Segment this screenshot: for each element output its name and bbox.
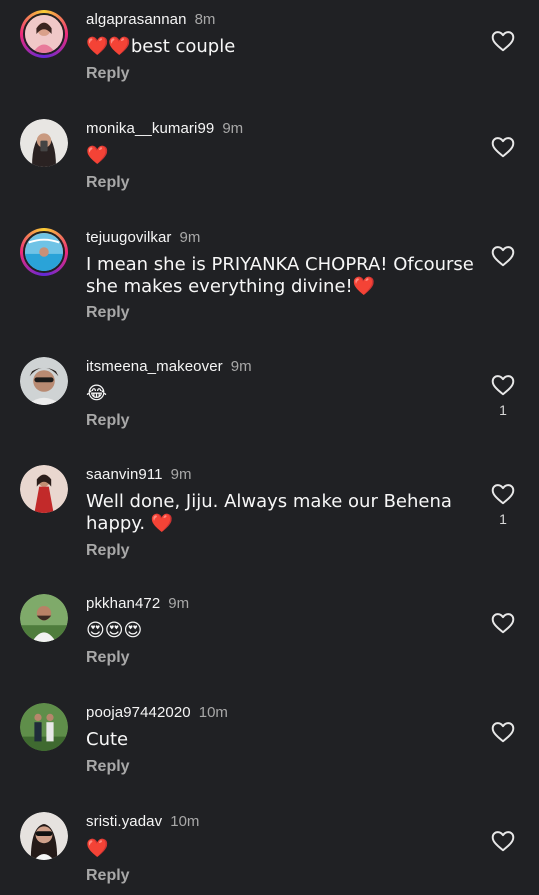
- reply-button[interactable]: Reply: [86, 867, 130, 885]
- avatar[interactable]: [20, 357, 68, 405]
- like-button[interactable]: [490, 243, 516, 269]
- heart-outline-icon: [491, 137, 515, 158]
- heart-outline-icon: [491, 246, 515, 267]
- avatar-photo: [20, 594, 68, 642]
- avatar-photo: [20, 703, 68, 751]
- comment-text: Well done, Jiju. Always make our Behena …: [86, 491, 452, 534]
- timestamp: 10m: [170, 813, 200, 830]
- username[interactable]: sristi.yadav: [86, 813, 162, 830]
- timestamp: 10m: [198, 704, 228, 721]
- avatar-photo: [20, 465, 68, 513]
- comment-header: pooja97442020 10m: [86, 703, 228, 723]
- username[interactable]: pkkhan472: [86, 595, 160, 612]
- like-button[interactable]: [490, 481, 516, 507]
- reply-button[interactable]: Reply: [86, 412, 130, 430]
- timestamp: 9m: [230, 358, 252, 375]
- avatar-photo: [20, 812, 68, 860]
- like-count: 1: [499, 402, 507, 418]
- username[interactable]: itsmeena_makeover: [86, 358, 223, 375]
- username[interactable]: saanvin911: [86, 466, 163, 483]
- comment-header: saanvin911 9m: [86, 465, 191, 485]
- comment-header: itsmeena_makeover 9m: [86, 357, 252, 377]
- like-button[interactable]: [490, 372, 516, 398]
- avatar[interactable]: [20, 10, 68, 58]
- avatar[interactable]: [20, 119, 68, 167]
- username[interactable]: monika__kumari99: [86, 120, 214, 137]
- avatar-photo: [25, 233, 63, 271]
- like-count: 1: [499, 511, 507, 527]
- avatar-photo: [20, 119, 68, 167]
- timestamp: 9m: [179, 229, 201, 246]
- timestamp: 8m: [194, 11, 216, 28]
- avatar[interactable]: [20, 594, 68, 642]
- comments-list: algaprasannan 8m ❤️❤️best couple Reply mo…: [0, 0, 539, 895]
- comment-header: monika__kumari99 9m: [86, 119, 243, 139]
- heart-outline-icon: [491, 613, 515, 634]
- avatar[interactable]: [20, 465, 68, 513]
- comment-text: ❤️: [86, 838, 109, 859]
- reply-button[interactable]: Reply: [86, 649, 130, 667]
- comment-header: pkkhan472 9m: [86, 594, 189, 614]
- timestamp: 9m: [168, 595, 190, 612]
- heart-outline-icon: [491, 722, 515, 743]
- like-button[interactable]: [490, 828, 516, 854]
- heart-outline-icon: [491, 484, 515, 505]
- reply-button[interactable]: Reply: [86, 65, 130, 83]
- reply-button[interactable]: Reply: [86, 174, 130, 192]
- timestamp: 9m: [170, 466, 192, 483]
- username[interactable]: algaprasannan: [86, 11, 187, 28]
- reply-button[interactable]: Reply: [86, 542, 130, 560]
- avatar-photo: [25, 15, 63, 53]
- reply-button[interactable]: Reply: [86, 758, 130, 776]
- like-button[interactable]: [490, 719, 516, 745]
- comment-text: ❤️❤️best couple: [86, 36, 236, 57]
- heart-outline-icon: [491, 375, 515, 396]
- comment-text: I mean she is PRIYANKA CHOPRA! Ofcourse …: [86, 254, 474, 297]
- heart-outline-icon: [491, 31, 515, 52]
- comment-text: Cute: [86, 729, 129, 750]
- timestamp: 9m: [222, 120, 244, 137]
- comment-text: ❤️: [86, 145, 109, 166]
- avatar[interactable]: [20, 703, 68, 751]
- like-button[interactable]: [490, 134, 516, 160]
- comment-text: 😍😍😍: [86, 620, 143, 641]
- comment-text: 😂: [86, 383, 108, 404]
- comment-header: sristi.yadav 10m: [86, 812, 199, 832]
- comment-header: tejuugovilkar 9m: [86, 228, 200, 248]
- avatar[interactable]: [20, 812, 68, 860]
- avatar-photo: [20, 357, 68, 405]
- comment-header: algaprasannan 8m: [86, 10, 215, 30]
- username[interactable]: tejuugovilkar: [86, 229, 172, 246]
- like-button[interactable]: [490, 28, 516, 54]
- avatar[interactable]: [20, 228, 68, 276]
- reply-button[interactable]: Reply: [86, 304, 130, 322]
- heart-outline-icon: [491, 831, 515, 852]
- username[interactable]: pooja97442020: [86, 704, 191, 721]
- like-button[interactable]: [490, 610, 516, 636]
